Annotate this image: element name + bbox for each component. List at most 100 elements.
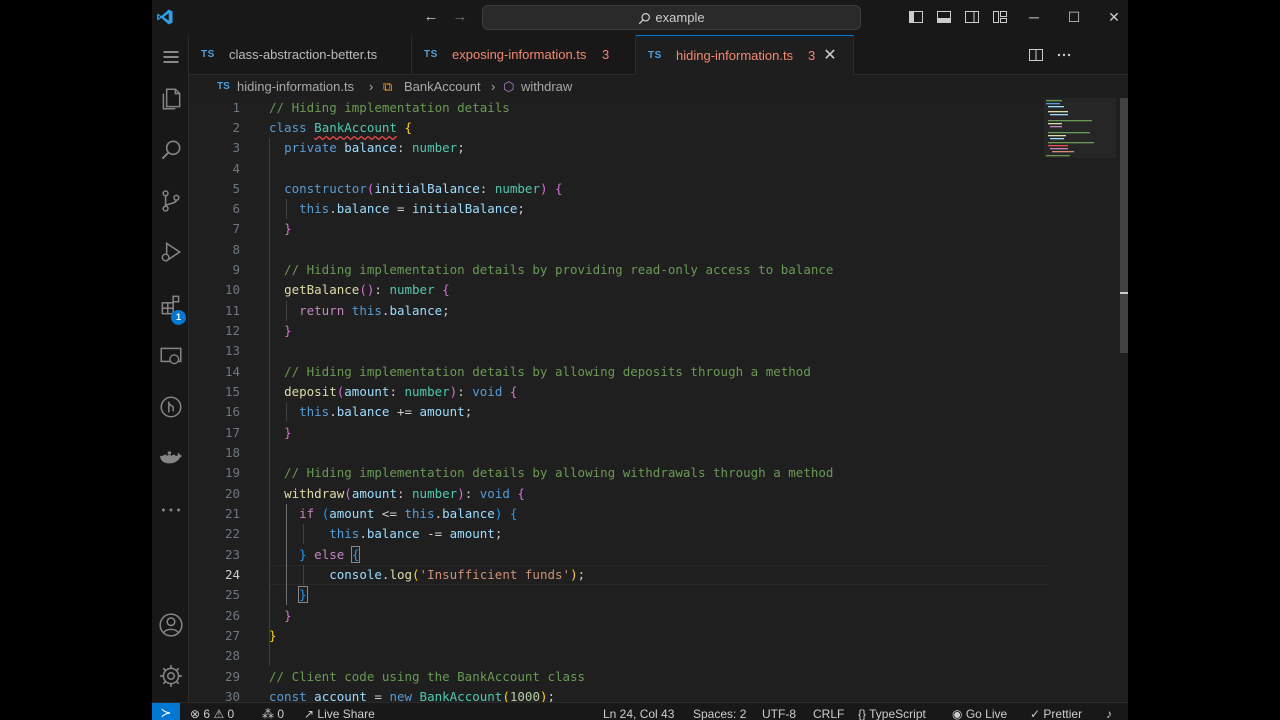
indentation[interactable]: Spaces: 2 xyxy=(693,703,746,720)
warning-icon: ⚠ xyxy=(213,707,225,720)
docker-whale-icon xyxy=(159,451,182,464)
live-share-button[interactable]: ↗ Live Share xyxy=(304,703,375,720)
command-center-search[interactable]: example xyxy=(482,5,861,30)
line-number: 6 xyxy=(232,201,240,216)
forward-arrow-icon[interactable]: → xyxy=(450,7,470,27)
docker-button[interactable] xyxy=(152,438,189,478)
tab-hiding-information[interactable]: TS hiding-information.ts 3 ✕ xyxy=(636,35,854,75)
close-window-button[interactable]: ✕ xyxy=(1094,0,1128,35)
chevron-right-icon: › xyxy=(369,79,374,94)
notifications-bell-icon[interactable]: ♪ xyxy=(1106,703,1112,720)
code-line-3: private balance: number; xyxy=(284,140,465,155)
vscode-window: ← → example ─ ☐ ✕ 1 TS class-abstraction… xyxy=(152,0,1128,720)
code-line-24: console.log('Insufficient funds'); xyxy=(329,567,586,582)
status-bar: ≻ ⊗ 6 ⚠ 0 ⁂ 0 ↗ Live Share Ln 24, Col 43… xyxy=(152,702,1128,720)
line-number: 2 xyxy=(232,120,240,135)
close-tab-icon[interactable]: ✕ xyxy=(822,48,838,64)
line-number: 4 xyxy=(232,161,240,176)
breadcrumb: TS hiding-information.ts › ⧉ BankAccount… xyxy=(189,76,1128,98)
line-number: 5 xyxy=(232,181,240,196)
line-number: 19 xyxy=(224,465,240,480)
tab-label: exposing-information.ts xyxy=(452,47,587,62)
vscode-logo-icon xyxy=(157,9,173,25)
minimap[interactable] xyxy=(1044,98,1116,168)
back-arrow-icon[interactable]: ← xyxy=(421,7,441,27)
code-line-9: // Hiding implementation details by prov… xyxy=(269,262,834,277)
search-view-button[interactable] xyxy=(152,130,189,170)
minimize-button[interactable]: ─ xyxy=(1014,0,1054,35)
breadcrumb-class[interactable]: BankAccount xyxy=(404,76,481,98)
line-number: 16 xyxy=(224,404,240,419)
code-line-1: // Hiding implementation details xyxy=(269,100,510,115)
typescript-file-icon: TS xyxy=(424,49,438,60)
language-label: TypeScript xyxy=(869,707,926,720)
typescript-file-icon: TS xyxy=(201,49,215,60)
tab-problem-count: 3 xyxy=(602,47,610,62)
more-views-button[interactable] xyxy=(152,490,189,530)
toggle-primary-sidebar-icon[interactable] xyxy=(908,9,924,25)
extensions-button[interactable]: 1 xyxy=(152,285,189,325)
search-icon xyxy=(639,13,651,25)
breadcrumb-method[interactable]: withdraw xyxy=(521,76,572,98)
broadcast-icon: ⁂ xyxy=(262,707,274,720)
ellipsis-icon xyxy=(161,508,180,512)
tab-problem-count: 3 xyxy=(808,48,816,63)
line-number: 10 xyxy=(224,282,240,297)
code-line-5: constructor(initialBalance: number) { xyxy=(284,181,563,196)
maximize-button[interactable]: ☐ xyxy=(1054,0,1094,35)
explorer-button[interactable] xyxy=(152,79,189,119)
run-debug-button[interactable] xyxy=(152,232,189,272)
code-line-29: // Client code using the BankAccount cla… xyxy=(269,669,586,684)
extensions-badge: 1 xyxy=(171,310,186,325)
code-line-30: const account = new BankAccount(1000); xyxy=(269,689,556,702)
ports-indicator[interactable]: ⁂ 0 xyxy=(262,703,284,720)
remote-indicator-icon[interactable]: ≻ xyxy=(152,703,180,720)
cursor-position[interactable]: Ln 24, Col 43 xyxy=(603,703,674,720)
toggle-panel-icon[interactable] xyxy=(936,9,952,25)
tab-label: class-abstraction-better.ts xyxy=(229,47,378,62)
git-graph-button[interactable] xyxy=(152,387,189,427)
prettier-button[interactable]: ✓ Prettier xyxy=(1030,703,1082,720)
line-number: 21 xyxy=(224,506,240,521)
breadcrumb-file[interactable]: hiding-information.ts xyxy=(237,76,354,98)
gear-icon xyxy=(159,665,182,687)
encoding[interactable]: UTF-8 xyxy=(762,703,796,720)
line-number: 14 xyxy=(224,364,240,379)
manage-button[interactable] xyxy=(152,656,189,696)
line-number: 26 xyxy=(224,608,240,623)
split-editor-icon[interactable] xyxy=(1028,47,1044,63)
line-number: 13 xyxy=(224,343,240,358)
tab-exposing-information[interactable]: TS exposing-information.ts 3 xyxy=(412,35,636,75)
problems-indicator[interactable]: ⊗ 6 ⚠ 0 xyxy=(190,703,234,720)
tab-label: hiding-information.ts xyxy=(676,48,794,63)
line-number: 8 xyxy=(232,242,240,257)
tab-class-abstraction-better[interactable]: TS class-abstraction-better.ts xyxy=(189,35,412,75)
end-of-line[interactable]: CRLF xyxy=(813,703,844,720)
line-number: 29 xyxy=(224,669,240,684)
menu-button[interactable] xyxy=(152,37,189,77)
line-number: 28 xyxy=(224,648,240,663)
code-line-21: if (amount <= this.balance) { xyxy=(299,506,518,521)
line-number: 23 xyxy=(224,547,240,562)
more-actions-icon[interactable] xyxy=(1056,47,1072,63)
line-number: 22 xyxy=(224,526,240,541)
line-number: 15 xyxy=(224,384,240,399)
live-share-label: Live Share xyxy=(317,707,375,720)
line-number: 11 xyxy=(224,303,240,318)
source-control-button[interactable] xyxy=(152,181,189,221)
go-live-button[interactable]: ◉ Go Live xyxy=(952,703,1007,720)
method-symbol-icon: ⬡ xyxy=(503,79,515,94)
customize-layout-icon[interactable] xyxy=(992,9,1008,25)
vertical-scrollbar[interactable] xyxy=(1120,98,1128,353)
go-live-label: Go Live xyxy=(965,707,1008,720)
toggle-secondary-sidebar-icon[interactable] xyxy=(964,9,980,25)
code-editor[interactable]: 1 2 3 4 5 6 7 8 9 10 11 12 13 14 15 16 17 18 19 20 21 22 23 24 2… xyxy=(189,98,1128,702)
code-line-15: deposit(amount: number): void { xyxy=(284,384,518,399)
accounts-button[interactable] xyxy=(152,605,189,645)
code-line-2: class BankAccount { xyxy=(269,120,413,135)
warning-count: 0 xyxy=(227,707,235,720)
remote-explorer-button[interactable] xyxy=(152,336,189,376)
radio-tower-icon: ◉ xyxy=(952,707,963,720)
language-mode[interactable]: {} TypeScript xyxy=(858,703,926,720)
account-icon xyxy=(158,613,183,637)
